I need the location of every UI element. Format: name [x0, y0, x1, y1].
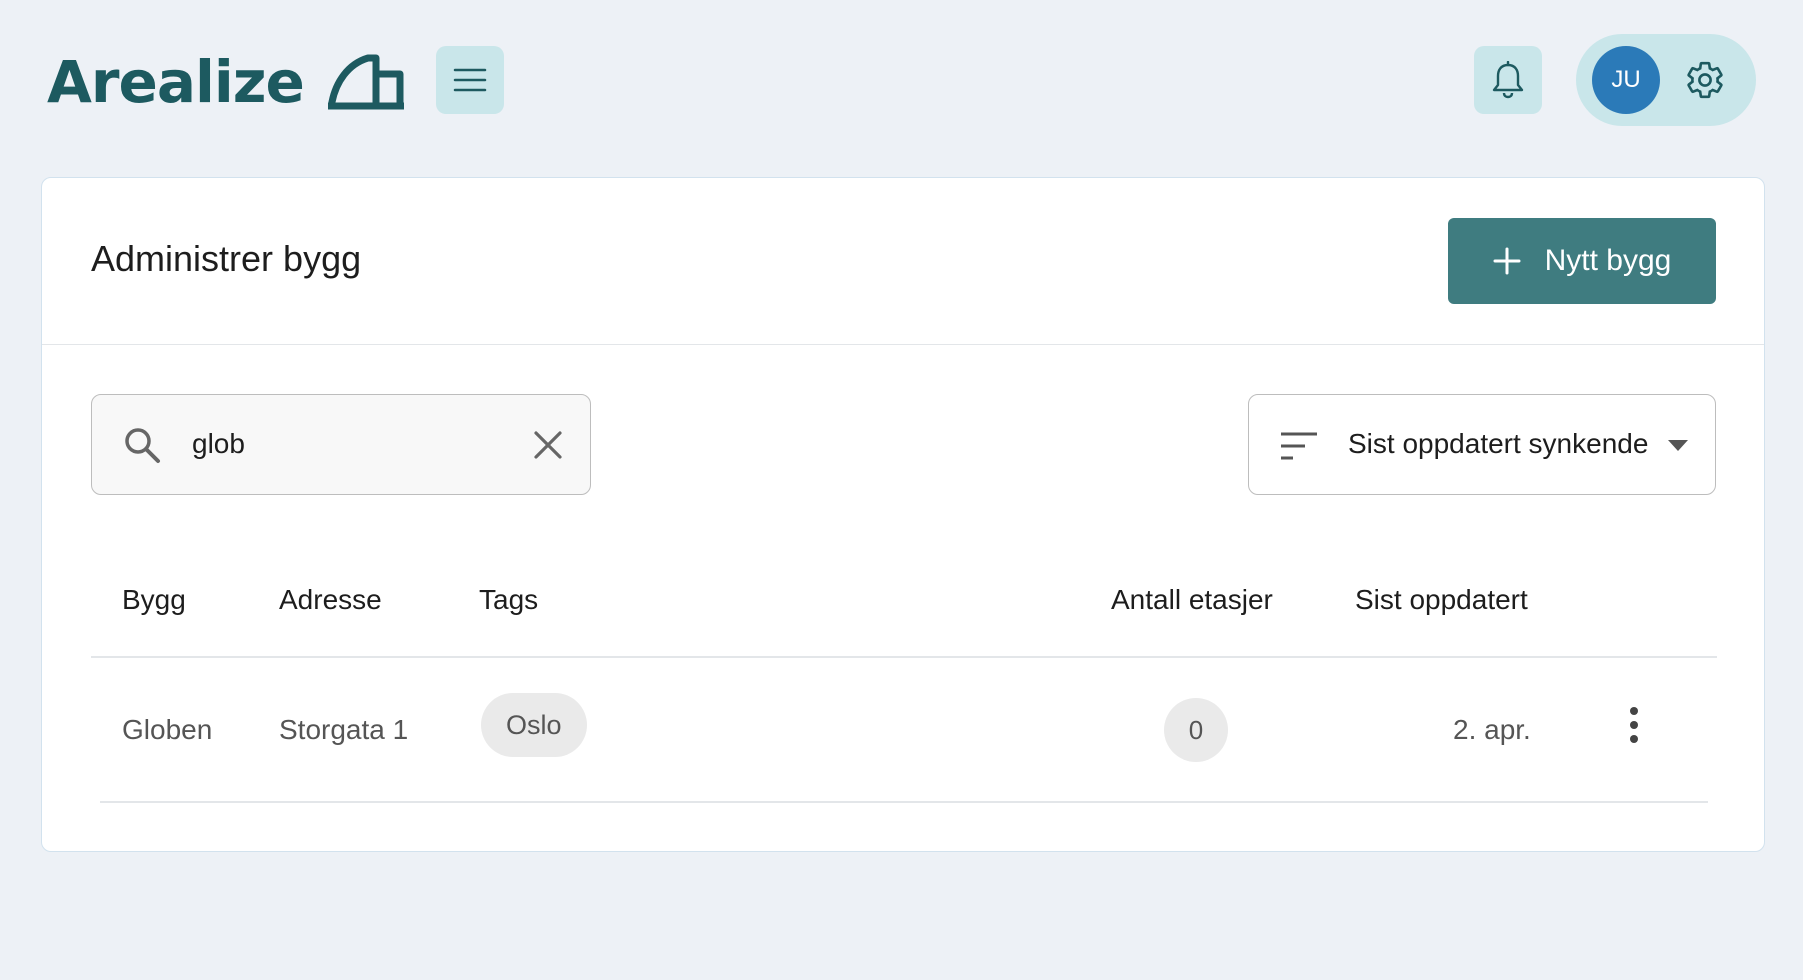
- card-header: Administrer bygg Nytt bygg: [42, 178, 1764, 345]
- settings-button[interactable]: [1683, 58, 1727, 102]
- gear-icon: [1687, 61, 1723, 99]
- column-header-building[interactable]: Bygg: [122, 584, 186, 616]
- cell-building-name: Globen: [122, 714, 213, 745]
- search-icon: [125, 428, 160, 463]
- cell-updated: 2. apr.: [1453, 714, 1531, 745]
- bell-icon: [1492, 61, 1524, 99]
- logo-mark-icon: [327, 54, 404, 110]
- column-header-tags[interactable]: Tags: [479, 584, 538, 616]
- column-header-address[interactable]: Adresse: [279, 584, 382, 616]
- chevron-down-icon: [1668, 440, 1688, 451]
- new-building-label: Nytt bygg: [1544, 244, 1672, 277]
- sort-selected-value: Sist oppdatert synkende: [1348, 428, 1649, 459]
- hamburger-icon: [453, 68, 487, 92]
- user-menu: JU: [1576, 34, 1756, 126]
- cell-address: Storgata 1: [279, 714, 409, 745]
- notifications-button[interactable]: [1474, 46, 1542, 114]
- app-logo[interactable]: Arealize: [47, 47, 406, 117]
- tag-chip: Oslo: [481, 693, 587, 757]
- more-vertical-icon[interactable]: [1626, 705, 1642, 745]
- new-building-button[interactable]: Nytt bygg: [1448, 218, 1716, 304]
- menu-button[interactable]: [436, 46, 504, 114]
- top-bar: Arealize JU: [0, 0, 1803, 165]
- row-divider: [100, 801, 1708, 803]
- page-title: Administrer bygg: [91, 238, 362, 279]
- avatar[interactable]: JU: [1592, 46, 1660, 114]
- column-header-updated[interactable]: Sist oppdatert: [1355, 584, 1528, 616]
- logo-text: Arealize: [47, 48, 305, 116]
- search-field[interactable]: glob: [91, 394, 591, 495]
- column-header-floors[interactable]: Antall etasjer: [1111, 584, 1273, 616]
- sort-icon: [1281, 432, 1317, 460]
- sort-select[interactable]: Sist oppdatert synkende: [1248, 394, 1716, 495]
- plus-icon: [1493, 247, 1521, 275]
- buildings-card: Administrer bygg Nytt bygg glob Sist opp…: [41, 177, 1765, 852]
- search-input[interactable]: glob: [192, 428, 245, 460]
- clear-search-icon[interactable]: [530, 427, 566, 463]
- floors-count-badge: 0: [1164, 698, 1228, 762]
